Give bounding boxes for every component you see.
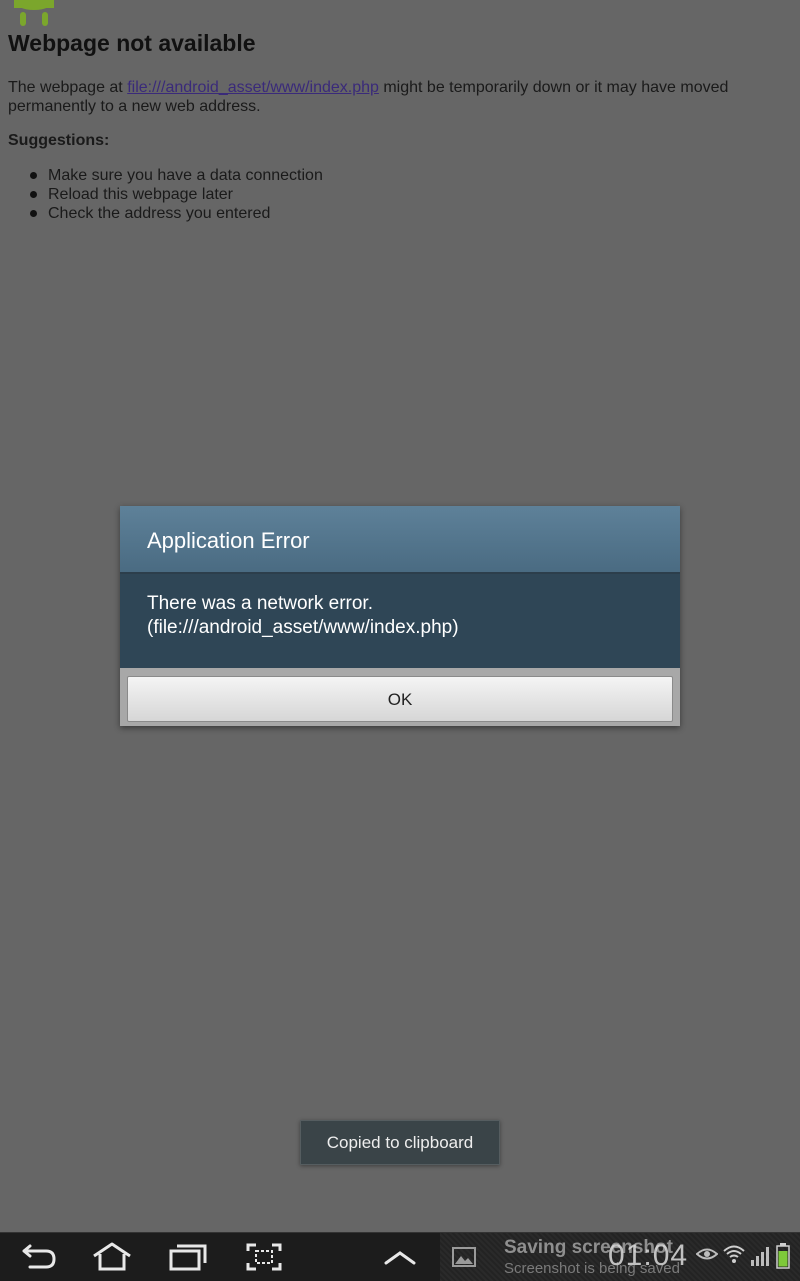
- dialog-header: Application Error: [120, 506, 680, 574]
- system-bar: Saving screenshot Screenshot is being sa…: [0, 1232, 800, 1281]
- eye-icon: [696, 1248, 718, 1260]
- dialog-footer: OK: [120, 668, 680, 726]
- list-item: Reload this webpage later: [30, 185, 323, 204]
- screenshot-icon[interactable]: [242, 1241, 286, 1273]
- clock: 01:04: [608, 1239, 689, 1272]
- dialog-message: There was a network error. (file:///andr…: [147, 593, 459, 638]
- bullet-icon: [30, 172, 37, 179]
- dialog-title: Application Error: [147, 528, 310, 553]
- notification-area[interactable]: Saving screenshot Screenshot is being sa…: [440, 1233, 800, 1281]
- error-description: The webpage at file:///android_asset/www…: [8, 78, 778, 116]
- list-item: Check the address you entered: [30, 204, 323, 223]
- android-robot-icon: [14, 0, 54, 26]
- back-icon[interactable]: [16, 1241, 60, 1273]
- desc-prefix: The webpage at: [8, 79, 128, 96]
- signal-icon: [751, 1247, 769, 1266]
- clipboard-toast: Copied to clipboard: [300, 1120, 500, 1165]
- suggestions-list: Make sure you have a data connection Rel…: [30, 166, 323, 223]
- ok-button[interactable]: OK: [127, 676, 673, 722]
- url-link[interactable]: file:///android_asset/www/index.php: [127, 79, 379, 96]
- bullet-icon: [30, 191, 37, 198]
- battery-icon: [776, 1243, 790, 1269]
- menu-up-icon[interactable]: [378, 1241, 422, 1273]
- application-error-dialog: Application Error There was a network er…: [120, 506, 680, 726]
- suggestion-text: Make sure you have a data connection: [48, 167, 323, 184]
- suggestions-heading: Suggestions:: [8, 132, 110, 149]
- dialog-body: There was a network error. (file:///andr…: [120, 574, 680, 668]
- recent-apps-icon[interactable]: [165, 1241, 209, 1273]
- bullet-icon: [30, 210, 37, 217]
- home-icon[interactable]: [90, 1241, 134, 1273]
- wifi-icon: [723, 1245, 745, 1263]
- gallery-icon: [452, 1247, 476, 1267]
- list-item: Make sure you have a data connection: [30, 166, 323, 185]
- page-title: Webpage not available: [8, 30, 256, 56]
- suggestion-text: Check the address you entered: [48, 205, 271, 222]
- suggestion-text: Reload this webpage later: [48, 186, 234, 203]
